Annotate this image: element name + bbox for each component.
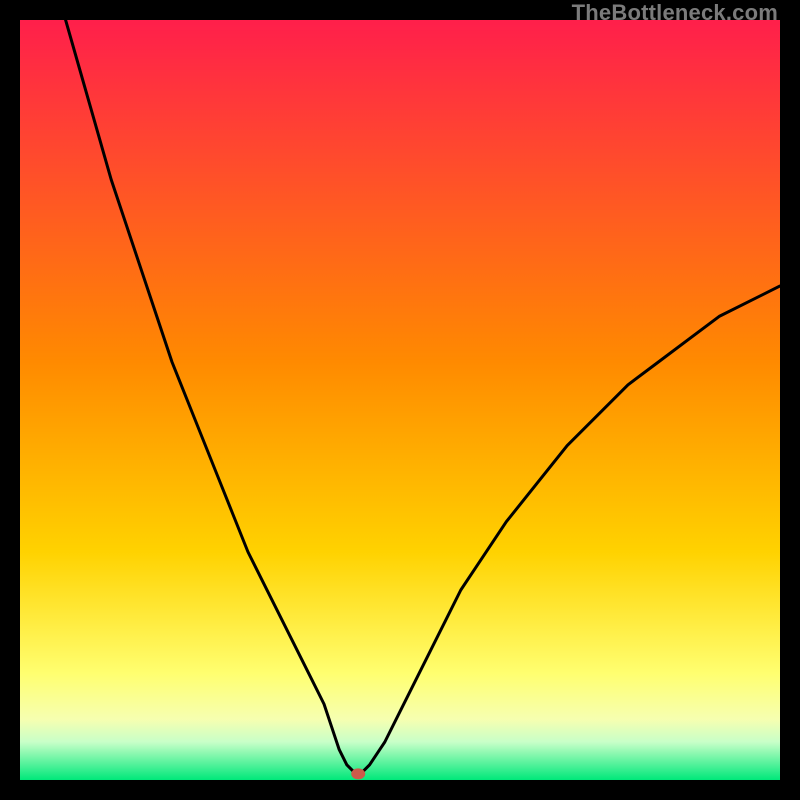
- gradient-background: [20, 20, 780, 780]
- bottleneck-chart: [20, 20, 780, 780]
- chart-frame: TheBottleneck.com: [0, 0, 800, 800]
- optimal-point-marker: [351, 768, 365, 779]
- watermark-text: TheBottleneck.com: [572, 0, 778, 26]
